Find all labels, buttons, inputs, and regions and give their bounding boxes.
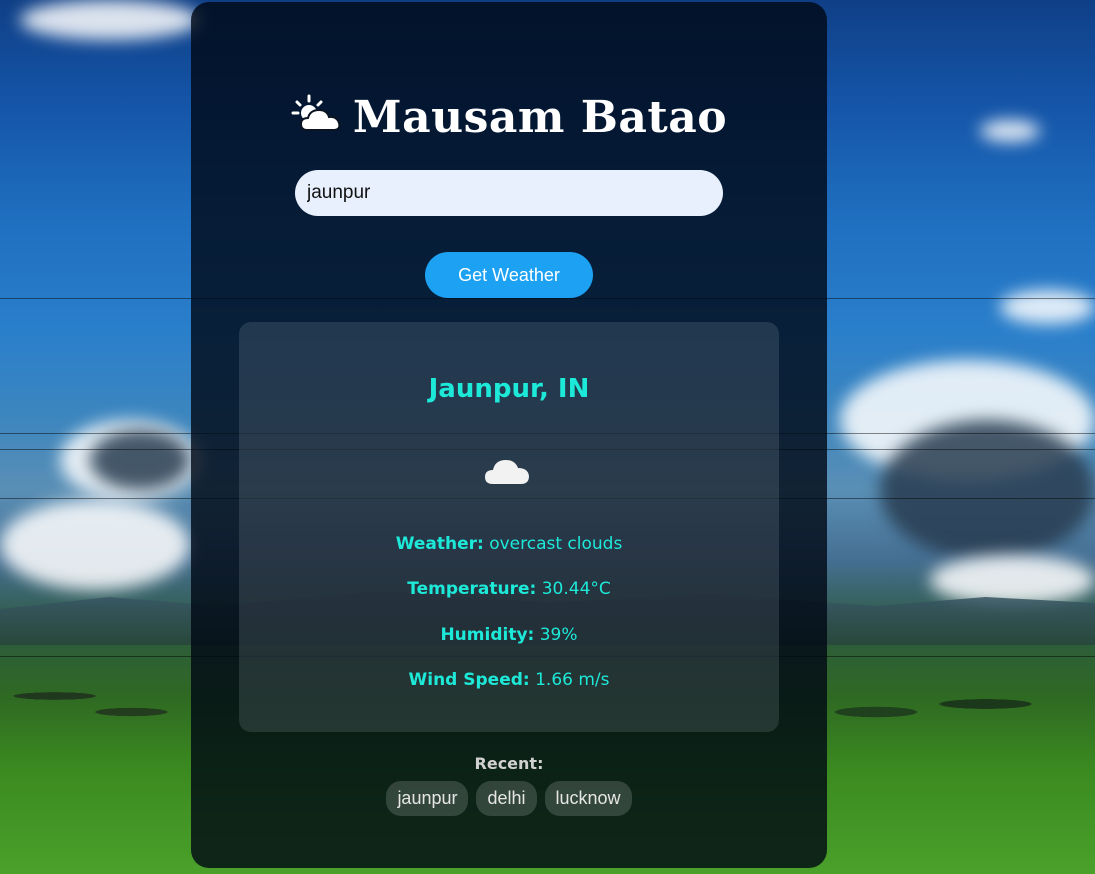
weather-result-panel: Jaunpur, IN Weather: overcast clouds Tem… [239, 322, 779, 732]
get-weather-button[interactable]: Get Weather [425, 252, 593, 298]
weather-value: overcast clouds [489, 534, 623, 554]
city-name: Jaunpur, IN [428, 374, 590, 404]
humidity-label: Humidity: [440, 625, 535, 645]
recent-label: Recent: [474, 754, 544, 773]
weather-card: Mausam Batao Get Weather Jaunpur, IN Wea… [191, 2, 827, 868]
sun-behind-cloud-icon [291, 94, 347, 134]
recent-chip-jaunpur[interactable]: jaunpur [386, 781, 469, 816]
weather-label: Weather: [395, 534, 484, 554]
temperature-label: Temperature: [407, 579, 537, 599]
city-search-input[interactable] [295, 170, 723, 216]
cloud-icon [483, 454, 531, 486]
recent-chip-lucknow[interactable]: lucknow [544, 781, 632, 816]
wind-speed-label: Wind Speed: [408, 670, 530, 690]
app-title-text: Mausam Batao [352, 92, 728, 143]
wind-speed-row: Wind Speed: 1.66 m/s [239, 670, 779, 690]
recent-searches: jaunpur delhi lucknow [191, 781, 827, 816]
temperature-row: Temperature: 30.44°C [239, 579, 779, 599]
temperature-value: 30.44°C [541, 579, 611, 599]
humidity-row: Humidity: 39% [239, 625, 779, 645]
weather-row: Weather: overcast clouds [239, 534, 779, 554]
humidity-value: 39% [539, 625, 578, 645]
recent-chip-delhi[interactable]: delhi [476, 781, 537, 816]
wind-speed-value: 1.66 m/s [535, 670, 610, 690]
app-title: Mausam Batao [191, 92, 827, 143]
